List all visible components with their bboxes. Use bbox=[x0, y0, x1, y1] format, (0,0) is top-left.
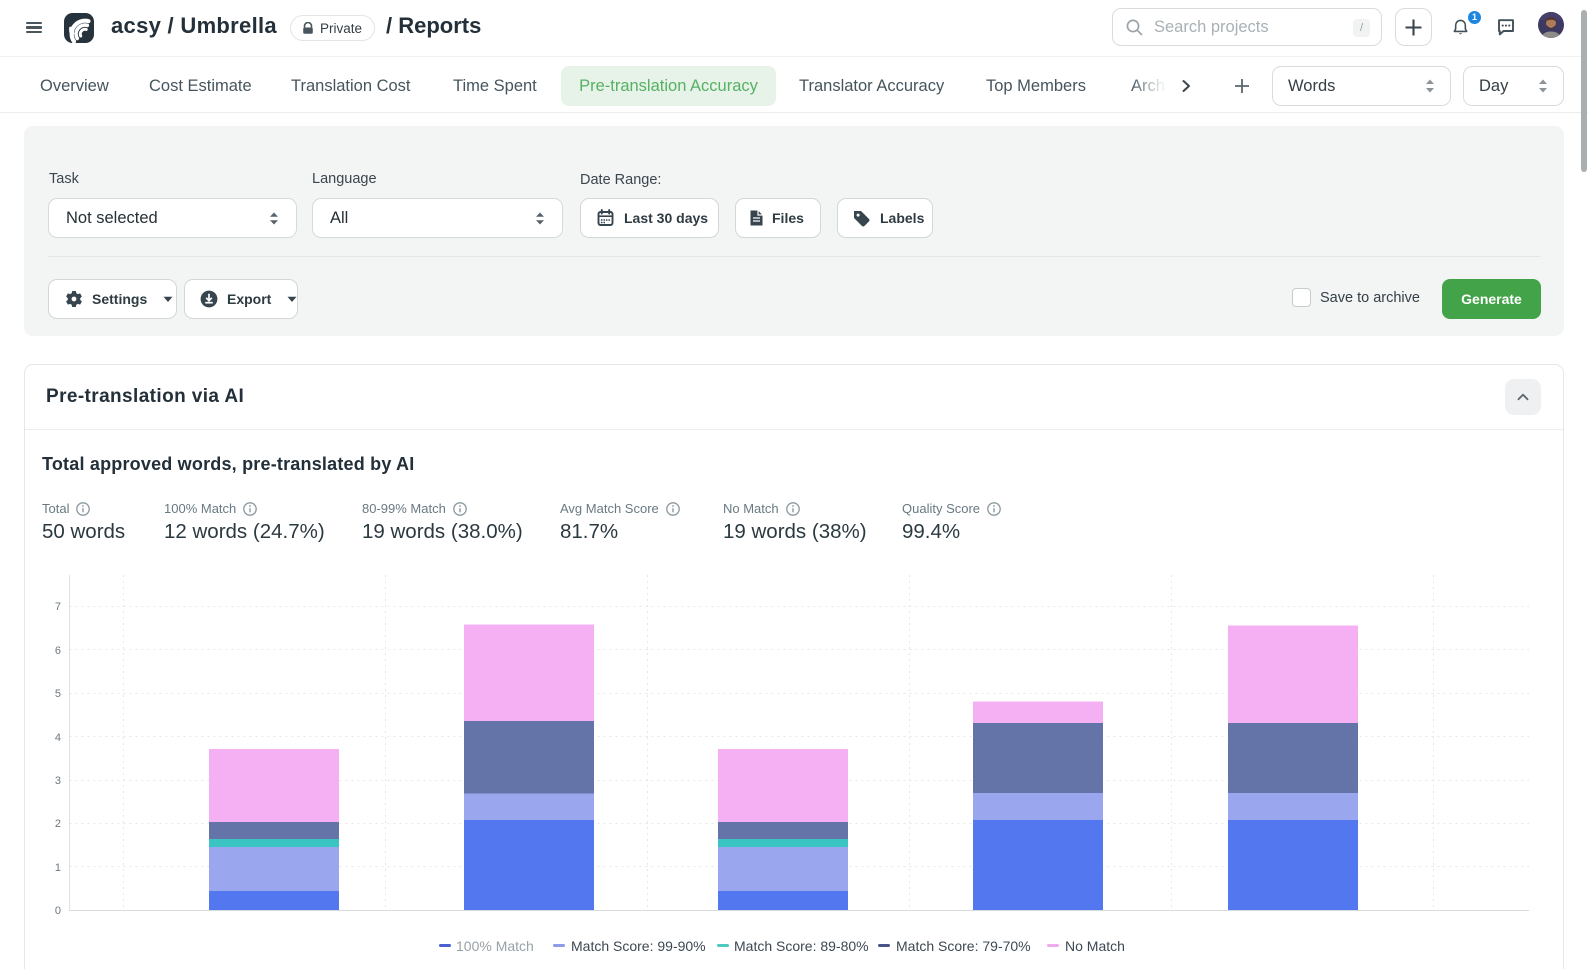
svg-text:3: 3 bbox=[55, 775, 61, 787]
svg-text:100% Match: 100% Match bbox=[456, 938, 534, 954]
svg-text:Match Score: 89-80%: Match Score: 89-80% bbox=[734, 938, 869, 954]
svg-text:6: 6 bbox=[55, 645, 61, 657]
svg-text:Match Score: 79-70%: Match Score: 79-70% bbox=[896, 938, 1031, 954]
svg-text:4: 4 bbox=[55, 732, 61, 744]
svg-text:2: 2 bbox=[55, 818, 61, 830]
svg-text:5: 5 bbox=[55, 688, 61, 700]
svg-text:Match Score: 99-90%: Match Score: 99-90% bbox=[571, 938, 706, 954]
svg-text:7: 7 bbox=[55, 601, 61, 613]
svg-text:No Match: No Match bbox=[1065, 938, 1125, 954]
svg-text:0: 0 bbox=[55, 905, 61, 917]
svg-text:1: 1 bbox=[55, 862, 61, 874]
